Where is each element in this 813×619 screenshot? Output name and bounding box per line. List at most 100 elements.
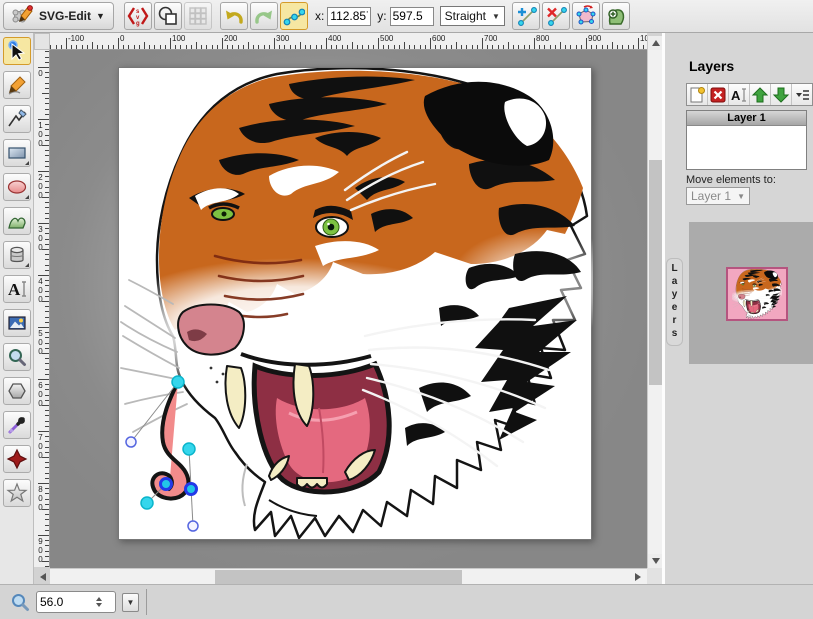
move-elements-select[interactable]: Layer 1 ▼ [686, 187, 750, 205]
layer-thumbnail[interactable] [726, 267, 788, 321]
tool-connector[interactable] [3, 445, 31, 473]
flyout-arrow-icon [25, 195, 29, 199]
flyout-arrow-icon [25, 161, 29, 165]
path-edit-overlay[interactable] [119, 68, 593, 541]
svg-edit-logo-icon [12, 3, 34, 30]
line-tool-icon [6, 108, 28, 130]
tool-polygon[interactable] [3, 377, 31, 405]
left-toolbar: A [0, 33, 34, 585]
path-node-selected[interactable] [161, 479, 172, 490]
svg-text:A: A [731, 88, 741, 103]
path-node-point[interactable] [141, 497, 153, 509]
ruler-corner [34, 33, 50, 50]
close-path-button[interactable] [572, 2, 600, 30]
tool-zoom[interactable] [3, 343, 31, 371]
node-link-icon [283, 5, 305, 27]
layer-preview-area [689, 222, 813, 364]
zoom-magnifier-icon [10, 592, 30, 612]
path-node-selected[interactable] [186, 484, 197, 495]
path-node-handle[interactable] [126, 437, 136, 447]
layers-panel-handle[interactable]: Layers [666, 258, 683, 346]
layer-list: Layer 1 [686, 110, 807, 170]
y-coordinate-input[interactable] [390, 7, 434, 26]
tool-eyedropper[interactable] [3, 411, 31, 439]
shapes-button[interactable] [154, 2, 182, 30]
x-coordinate-input[interactable] [327, 7, 371, 26]
tool-ellipse[interactable] [3, 173, 31, 201]
add-node-button[interactable] [512, 2, 540, 30]
scroll-left-button[interactable] [36, 570, 50, 584]
bottom-bar: ▼ [0, 584, 813, 619]
node-link-button[interactable] [280, 2, 308, 30]
canvas-page[interactable] [118, 67, 592, 540]
select-caret-icon: ▼ [492, 12, 500, 21]
path-node-handle[interactable] [188, 521, 198, 531]
scroll-up-button[interactable] [648, 36, 663, 50]
image-tool-icon [6, 312, 28, 334]
add-subpath-button[interactable] [602, 2, 630, 30]
redo-button[interactable] [250, 2, 278, 30]
tool-line[interactable] [3, 105, 31, 133]
vertical-scrollbar-thumb[interactable] [649, 160, 662, 385]
layer-down-icon [772, 86, 790, 104]
undo-button[interactable] [220, 2, 248, 30]
hexagon-tool-icon [6, 380, 28, 402]
main-menu-button[interactable]: SVG-Edit ▼ [3, 2, 114, 30]
rename-layer-button[interactable]: A [729, 84, 750, 105]
move-layer-up-button[interactable] [750, 84, 771, 105]
horizontal-ruler: -10001002003004005006007008009001000 [50, 33, 647, 50]
layer-thumbnail-image [728, 269, 786, 319]
tool-rectangle[interactable] [3, 139, 31, 167]
dropdown-caret-icon: ▼ [127, 598, 135, 607]
scroll-down-button[interactable] [648, 554, 663, 568]
grid-button[interactable] [184, 2, 212, 30]
zoom-input-wrap [36, 591, 116, 613]
tool-select[interactable] [3, 37, 31, 65]
select-tool-icon [6, 40, 28, 62]
new-layer-icon [688, 86, 706, 104]
tool-text[interactable]: A [3, 275, 31, 303]
canvas-workspace[interactable] [50, 50, 647, 568]
horizontal-scrollbar[interactable] [50, 568, 647, 584]
segment-type-value: Straight [445, 9, 486, 23]
source-code-button[interactable]: s v g [124, 2, 152, 30]
tool-star[interactable] [3, 479, 31, 507]
vertical-ruler: 0100200300400500600700800900 [34, 50, 50, 567]
path-node-point[interactable] [183, 443, 195, 455]
scroll-right-button[interactable] [631, 570, 645, 584]
text-tool-icon: A [6, 278, 28, 300]
tool-path[interactable] [3, 207, 31, 235]
tool-image[interactable] [3, 309, 31, 337]
undo-icon [223, 5, 245, 27]
tool-pencil[interactable] [3, 71, 31, 99]
zoom-level-input[interactable] [40, 595, 92, 609]
new-layer-button[interactable] [687, 84, 708, 105]
horizontal-scrollbar-thumb[interactable] [215, 570, 462, 584]
move-layer-down-button[interactable] [771, 84, 792, 105]
layer-more-button[interactable] [792, 84, 812, 105]
rename-layer-icon: A [730, 86, 748, 104]
segment-type-select[interactable]: Straight ▼ [440, 6, 505, 26]
scrollbar-corner [647, 568, 662, 584]
delete-layer-button[interactable] [708, 84, 729, 105]
right-sidebar: Layers A [662, 33, 813, 584]
zoom-spinner[interactable] [96, 597, 102, 607]
path-node-point[interactable] [172, 376, 184, 388]
svg-text:A: A [8, 280, 21, 299]
x-coordinate-label: x: [315, 9, 324, 23]
top-toolbar: SVG-Edit ▼ s v g [0, 0, 813, 33]
star-tool-icon [6, 482, 28, 504]
bottom-bar-separator [146, 589, 147, 615]
shapes-icon [157, 5, 179, 27]
layer-list-header[interactable]: Layer 1 [687, 111, 806, 126]
delete-node-icon [545, 5, 567, 27]
tool-shape-library[interactable] [3, 241, 31, 269]
close-path-icon [575, 5, 597, 27]
y-coordinate-label: y: [377, 9, 386, 23]
vertical-scrollbar[interactable] [647, 36, 662, 568]
eyedropper-tool-icon [6, 414, 28, 436]
layer-menu-icon [793, 86, 811, 104]
zoom-preset-dropdown[interactable]: ▼ [122, 593, 139, 612]
zoom-widget: ▼ [10, 591, 139, 613]
delete-node-button[interactable] [542, 2, 570, 30]
